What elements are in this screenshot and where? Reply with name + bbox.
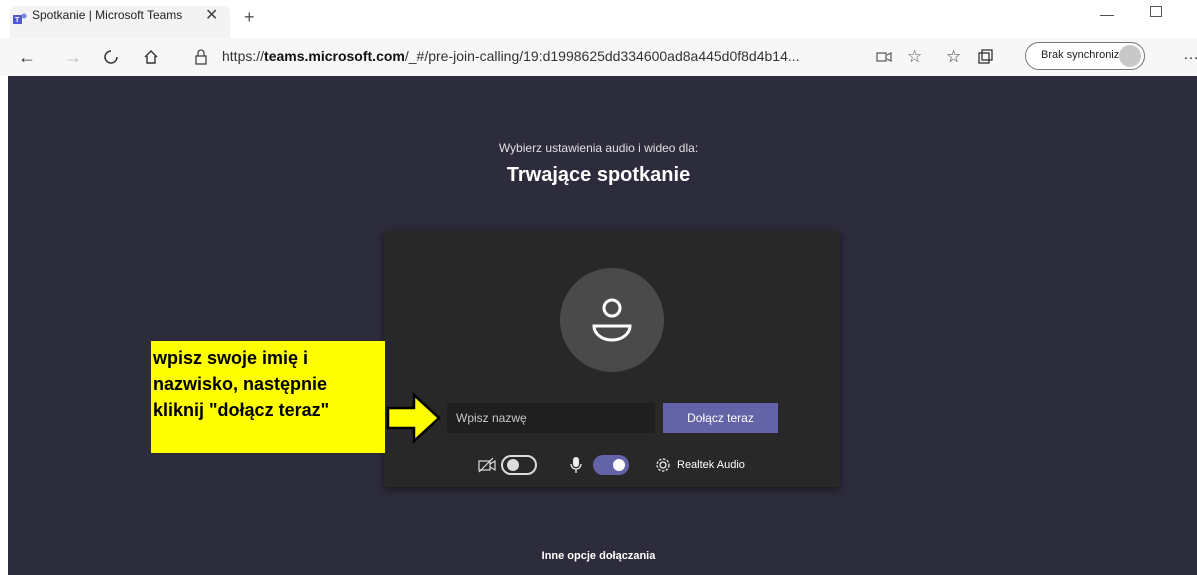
meeting-title: Trwające spotkanie <box>506 164 691 186</box>
collections-icon[interactable] <box>977 49 993 65</box>
forward-icon[interactable]: → <box>64 48 82 66</box>
callout-line: kliknij "dołącz teraz" <box>153 400 330 420</box>
url-text[interactable]: https://teams.microsoft.com/_#/pre-join-… <box>222 48 800 64</box>
favorite-star-icon[interactable]: ☆ <box>907 47 922 67</box>
arrow-right-icon <box>386 392 441 444</box>
person-icon <box>592 298 632 342</box>
refresh-icon[interactable] <box>103 49 119 65</box>
join-now-button[interactable]: Dołącz teraz <box>663 403 778 433</box>
microphone-icon <box>570 457 582 473</box>
teams-logo-icon: T <box>13 13 27 24</box>
camera-off-icon <box>478 457 496 473</box>
toggle-knob <box>613 459 625 471</box>
name-input[interactable] <box>447 403 655 433</box>
close-tab-icon[interactable]: ✕ <box>205 5 218 25</box>
home-icon[interactable] <box>143 49 159 65</box>
callout-line: nazwisko, następnie <box>153 374 328 394</box>
settings-gear-icon[interactable] <box>655 457 671 473</box>
prejoin-prompt: Wybierz ustawienia audio i wideo dla: <box>498 141 699 155</box>
other-join-options-link[interactable]: Inne opcje dołączania <box>0 550 1197 562</box>
audio-device-label[interactable]: Realtek Audio <box>677 459 745 471</box>
video-indicator-icon[interactable] <box>876 51 892 63</box>
microphone-toggle[interactable] <box>593 455 629 475</box>
tab-title: Spotkanie | Microsoft Teams <box>32 8 183 22</box>
callout-line: wpisz swoje imię i <box>153 348 309 368</box>
profile-avatar <box>1119 45 1141 67</box>
new-tab-icon[interactable]: + <box>244 8 255 26</box>
toggle-knob <box>507 459 519 471</box>
svg-text:T: T <box>15 17 20 24</box>
minimize-icon[interactable]: — <box>1100 6 1114 22</box>
favorites-list-icon[interactable]: ☆ <box>946 47 961 67</box>
camera-toggle[interactable] <box>501 455 537 475</box>
restore-icon[interactable] <box>1150 6 1162 17</box>
more-icon[interactable]: … <box>1183 46 1197 64</box>
back-icon[interactable]: ← <box>18 48 36 66</box>
lock-icon[interactable] <box>194 49 208 65</box>
instruction-callout: wpisz swoje imię i nazwisko, następnie k… <box>151 341 385 453</box>
